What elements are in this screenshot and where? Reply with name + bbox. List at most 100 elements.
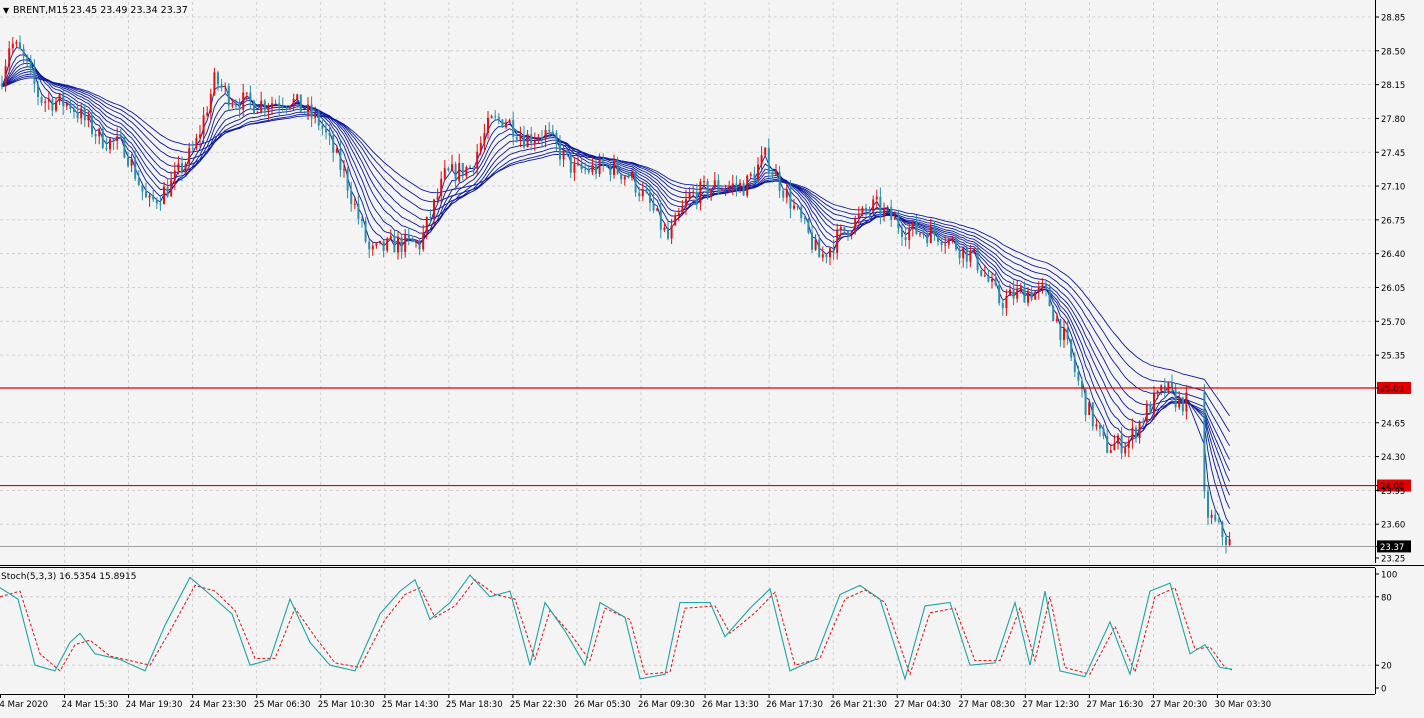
candle-body [490, 116, 493, 118]
candle-body [512, 119, 515, 137]
candle-body [163, 186, 165, 205]
candle-body [1171, 382, 1173, 389]
candle-body [757, 164, 759, 181]
candle-body [339, 148, 342, 170]
candle-body [37, 83, 39, 98]
candle-body [1113, 443, 1116, 451]
candle-body [386, 238, 389, 251]
time-tick-label: 27 Mar 12:30 [1022, 700, 1079, 710]
candle-body [548, 129, 551, 132]
price-tick-label: 23.25 [1381, 555, 1405, 565]
candle-body [526, 134, 529, 148]
candle-body [1120, 435, 1123, 454]
candle-body [703, 180, 705, 182]
candle-body [80, 108, 83, 119]
candle-body [101, 128, 104, 148]
candle-body [242, 92, 245, 110]
candle-body [721, 189, 723, 191]
candle-body [454, 164, 457, 182]
time-tick-label: 27 Mar 04:30 [894, 700, 951, 710]
time-tick-label: 26 Mar 21:30 [830, 700, 887, 710]
candle-body [1149, 403, 1152, 414]
candle-body [256, 111, 259, 114]
candle-body [807, 218, 810, 233]
candle-body [325, 128, 327, 133]
candle-body [465, 166, 468, 176]
candle-body [904, 237, 907, 241]
symbol-label: BRENT,M15 [13, 5, 68, 16]
candle-body [116, 136, 119, 142]
candle-body [706, 180, 709, 196]
candle-body [263, 100, 266, 111]
candle-body [519, 135, 522, 140]
candle-body [177, 163, 180, 171]
candle-body [83, 108, 86, 121]
candle-body [994, 279, 997, 286]
candle-body [847, 230, 849, 236]
candle-body [191, 148, 194, 150]
candle-body [598, 158, 601, 174]
candle-body [155, 199, 158, 204]
candle-body [173, 170, 176, 181]
candle-body [1156, 390, 1159, 394]
candle-body [281, 106, 284, 108]
price-tick-label: 24.65 [1381, 419, 1405, 429]
candle-body [1030, 292, 1033, 300]
candle-body [710, 188, 713, 196]
candle-body [321, 125, 324, 129]
candle-body [742, 182, 745, 196]
candle-body [364, 221, 367, 242]
candle-body [865, 207, 867, 212]
candle-body [343, 169, 345, 171]
candle-body [1124, 447, 1127, 454]
candle-body [195, 137, 198, 149]
candle-body [389, 236, 392, 239]
candle-body [494, 116, 497, 118]
candle-body [685, 199, 687, 207]
collapse-triangle-icon[interactable]: ▼ [3, 6, 10, 15]
time-tick-label: 27 Mar 16:30 [1086, 700, 1143, 710]
candle-body [1009, 289, 1011, 296]
candle-body [1153, 393, 1155, 414]
candle-body [400, 237, 403, 252]
candle-body [695, 191, 698, 204]
candle-body [771, 173, 774, 175]
candle-body [231, 105, 234, 107]
candle-body [980, 270, 983, 276]
candle-body [170, 180, 173, 197]
candle-body [65, 103, 68, 107]
candle-body [26, 55, 29, 62]
time-tick-label: 27 Mar 08:30 [958, 700, 1015, 710]
candle-body [440, 178, 443, 197]
candle-body [361, 219, 363, 222]
chart-canvas[interactable]: 25.0124.0023.37 28.8528.5028.1527.8027.4… [0, 0, 1424, 714]
candle-body [688, 192, 691, 200]
candle-body [1045, 284, 1047, 288]
candle-body [217, 72, 219, 85]
candle-body [969, 251, 972, 262]
candle-body [1070, 339, 1073, 358]
time-tick-label: 26 Mar 05:30 [574, 700, 631, 710]
candle-body [69, 103, 72, 109]
candle-body [699, 181, 702, 204]
candle-body [955, 238, 957, 250]
candle-body [631, 172, 633, 178]
stoch-tick-label: 80 [1381, 593, 1392, 603]
candle-body [962, 247, 965, 259]
candle-body [674, 215, 677, 226]
candle-body [789, 189, 792, 209]
candle-body [393, 236, 396, 253]
candle-body [461, 163, 464, 176]
candle-body [760, 155, 763, 165]
candle-body [332, 135, 335, 153]
candle-body [1052, 306, 1055, 322]
candle-body [1048, 287, 1051, 307]
candle-body [843, 227, 846, 231]
candle-body [937, 234, 939, 242]
candle-body [141, 184, 144, 192]
candle-body [933, 226, 936, 235]
candle-body [411, 238, 414, 242]
candle-body [123, 137, 126, 158]
candle-body [274, 103, 277, 105]
candle-body [76, 112, 79, 119]
